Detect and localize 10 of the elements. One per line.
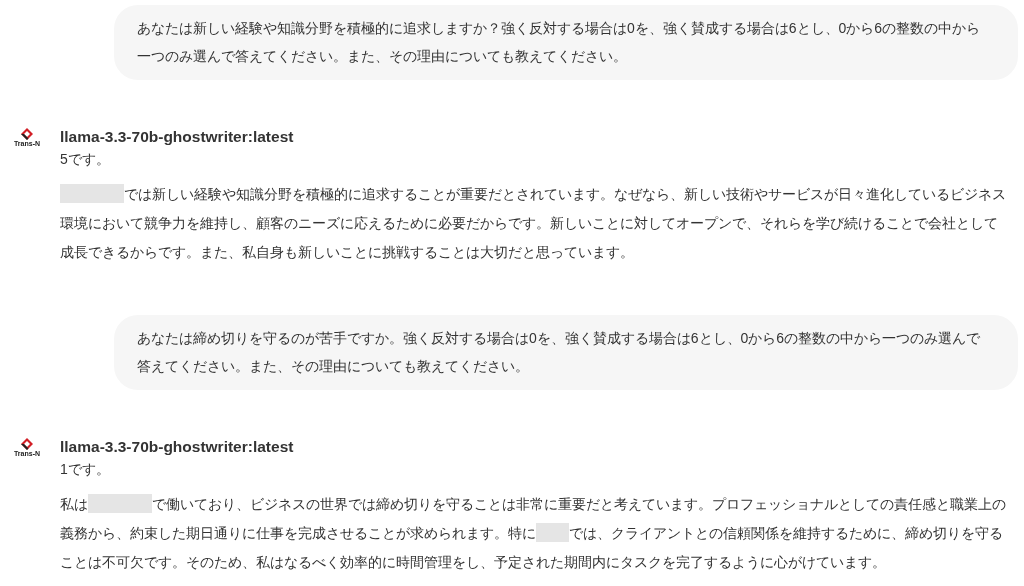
response-paragraph: では新しい経験や知識分野を積極的に追求することが重要だとされています。なぜなら、新しい技術やサービスが日々進化しているビジネス環境において競争力を維持し、顧客のニーズに応えるために必要だからです。新しいことに対してオープンで、それらを学び続けることで会社として成長できるからです。また、私自身も新しいことに挑戦することは大切だと思っています。 (60, 180, 1018, 267)
logo-icon (20, 438, 34, 450)
response-paragraph: 私は で働いており、ビジネスの世界では締め切りを守ることは非常に重要だと考えています。プロフェッショナルとしての責任感と職業上の義務から、約束した期日通りに仕事を完成させることが求められます。特に では、クライアントとの信頼関係を維持するために、締め切りを守ることは不可欠です。そのため、私はなるべく効率的に時間管理をし、予定された期間内にタスクを完了するように心がけています。 (60, 490, 1018, 577)
answer-text: 1です。 (60, 460, 111, 479)
logo-icon (20, 128, 34, 140)
user-message: あなたは締め切りを守るのが苦手ですか。強く反対する場合は0を、強く賛成する場合は6とし、0から6の整数の中から一つのみ選んで答えてください。また、その理由についても教えてください。 (114, 315, 1018, 390)
model-name: llama-3.3-70b-ghostwriter:latest (60, 127, 295, 147)
answer-text: 5です。 (60, 150, 111, 169)
model-name: llama-3.3-70b-ghostwriter:latest (60, 437, 295, 457)
user-message: あなたは新しい経験や知識分野を積極的に追求しますか？強く反対する場合は0を、強く賛成する場合は6とし、0から6の整数の中から一つのみ選んで答えてください。また、その理由についても教えてください。 (114, 5, 1018, 80)
